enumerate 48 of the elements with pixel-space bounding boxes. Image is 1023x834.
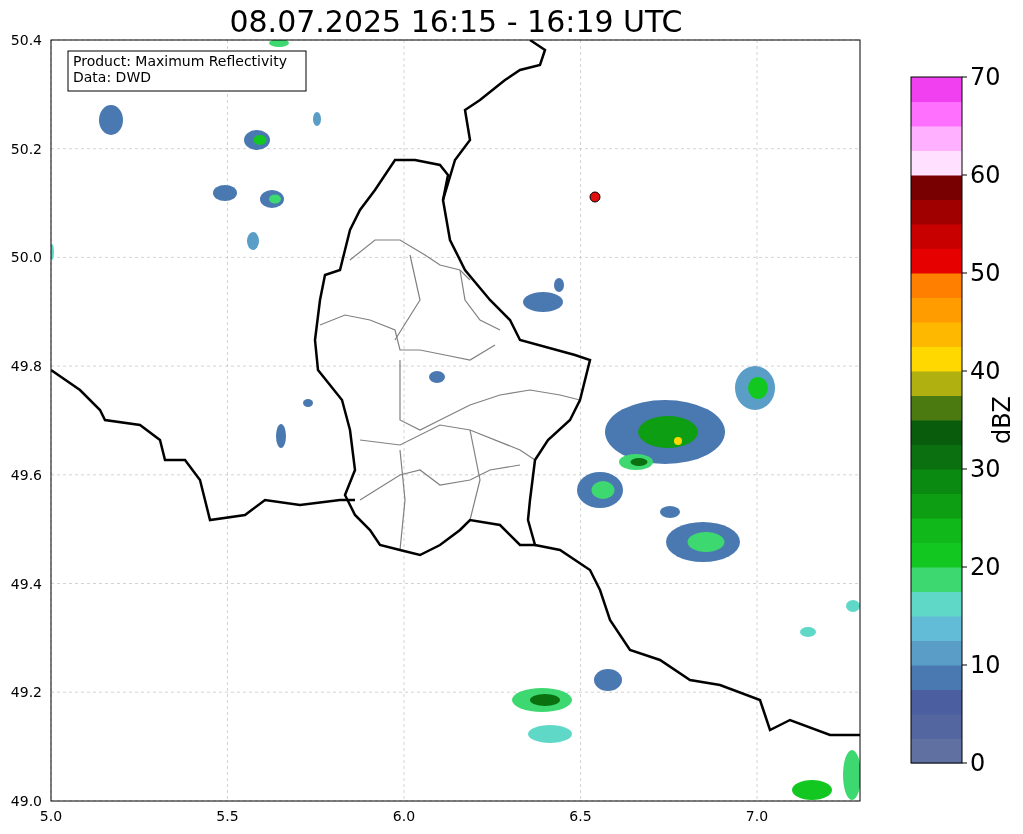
- colorbar-tick-label: 30: [970, 455, 1001, 483]
- radar-echo: [660, 506, 680, 518]
- latitude-tick-label: 50.2: [10, 140, 42, 157]
- latitude-tick-label: 50.0: [10, 249, 42, 266]
- radar-echo: [244, 130, 270, 150]
- colorbar-tick-label: 50: [970, 259, 1001, 287]
- radar-echo: [51, 244, 54, 260]
- colorbar-tick-label: 10: [970, 651, 1001, 679]
- latitude-tick-label: 49.6: [10, 466, 42, 483]
- info-text: Data: DWD: [73, 69, 151, 85]
- radar-echo: [276, 424, 286, 448]
- radar-echo: [843, 750, 860, 800]
- location-marker-icon: [589, 191, 601, 203]
- longitude-tick-label: 5.0: [39, 808, 63, 824]
- radar-echo: [313, 112, 321, 126]
- colorbar-tick-label: 20: [970, 553, 1001, 581]
- longitude-tick-label: 7.0: [745, 808, 769, 824]
- radar-echo: [528, 725, 572, 743]
- radar-echo: [846, 600, 860, 612]
- radar-echo: [429, 371, 445, 383]
- radar-echo: [99, 105, 123, 135]
- radar-echo: [269, 40, 289, 47]
- longitude-tick-label: 5.5: [216, 808, 239, 824]
- radar-echo: [260, 190, 284, 208]
- colorbar-tick-label: 0: [970, 749, 986, 777]
- radar-echo: [303, 399, 313, 407]
- radar-echo: [792, 780, 832, 800]
- latitude-tick-label: 50.4: [10, 32, 42, 48]
- radar-echo: [577, 472, 623, 508]
- latitude-tick-label: 49.4: [10, 575, 42, 592]
- radar-echo: [512, 688, 572, 712]
- radar-echo: [247, 232, 259, 250]
- longitude-tick-label: 6.0: [392, 808, 416, 824]
- radar-echo: [213, 185, 237, 201]
- latitude-tick-label: 49.0: [10, 792, 42, 809]
- latitude-tick-label: 49.8: [10, 358, 42, 375]
- colorbar-tick-label: 60: [970, 161, 1001, 189]
- storm-core: [674, 437, 682, 445]
- info-text: Product: Maximum Reflectivity: [73, 53, 287, 69]
- colorbar-tick-label: 70: [970, 63, 1001, 91]
- colorbar-tick-label: 40: [970, 357, 1001, 385]
- radar-echo: [735, 366, 775, 410]
- chart-title: 08.07.2025 16:15 - 16:19 UTC: [229, 4, 683, 39]
- latitude-tick-label: 49.2: [10, 684, 42, 701]
- radar-echo: [594, 669, 622, 691]
- longitude-tick-label: 6.5: [569, 808, 592, 824]
- radar-echo: [800, 627, 816, 637]
- colorbar-label: dBZ: [988, 395, 1016, 445]
